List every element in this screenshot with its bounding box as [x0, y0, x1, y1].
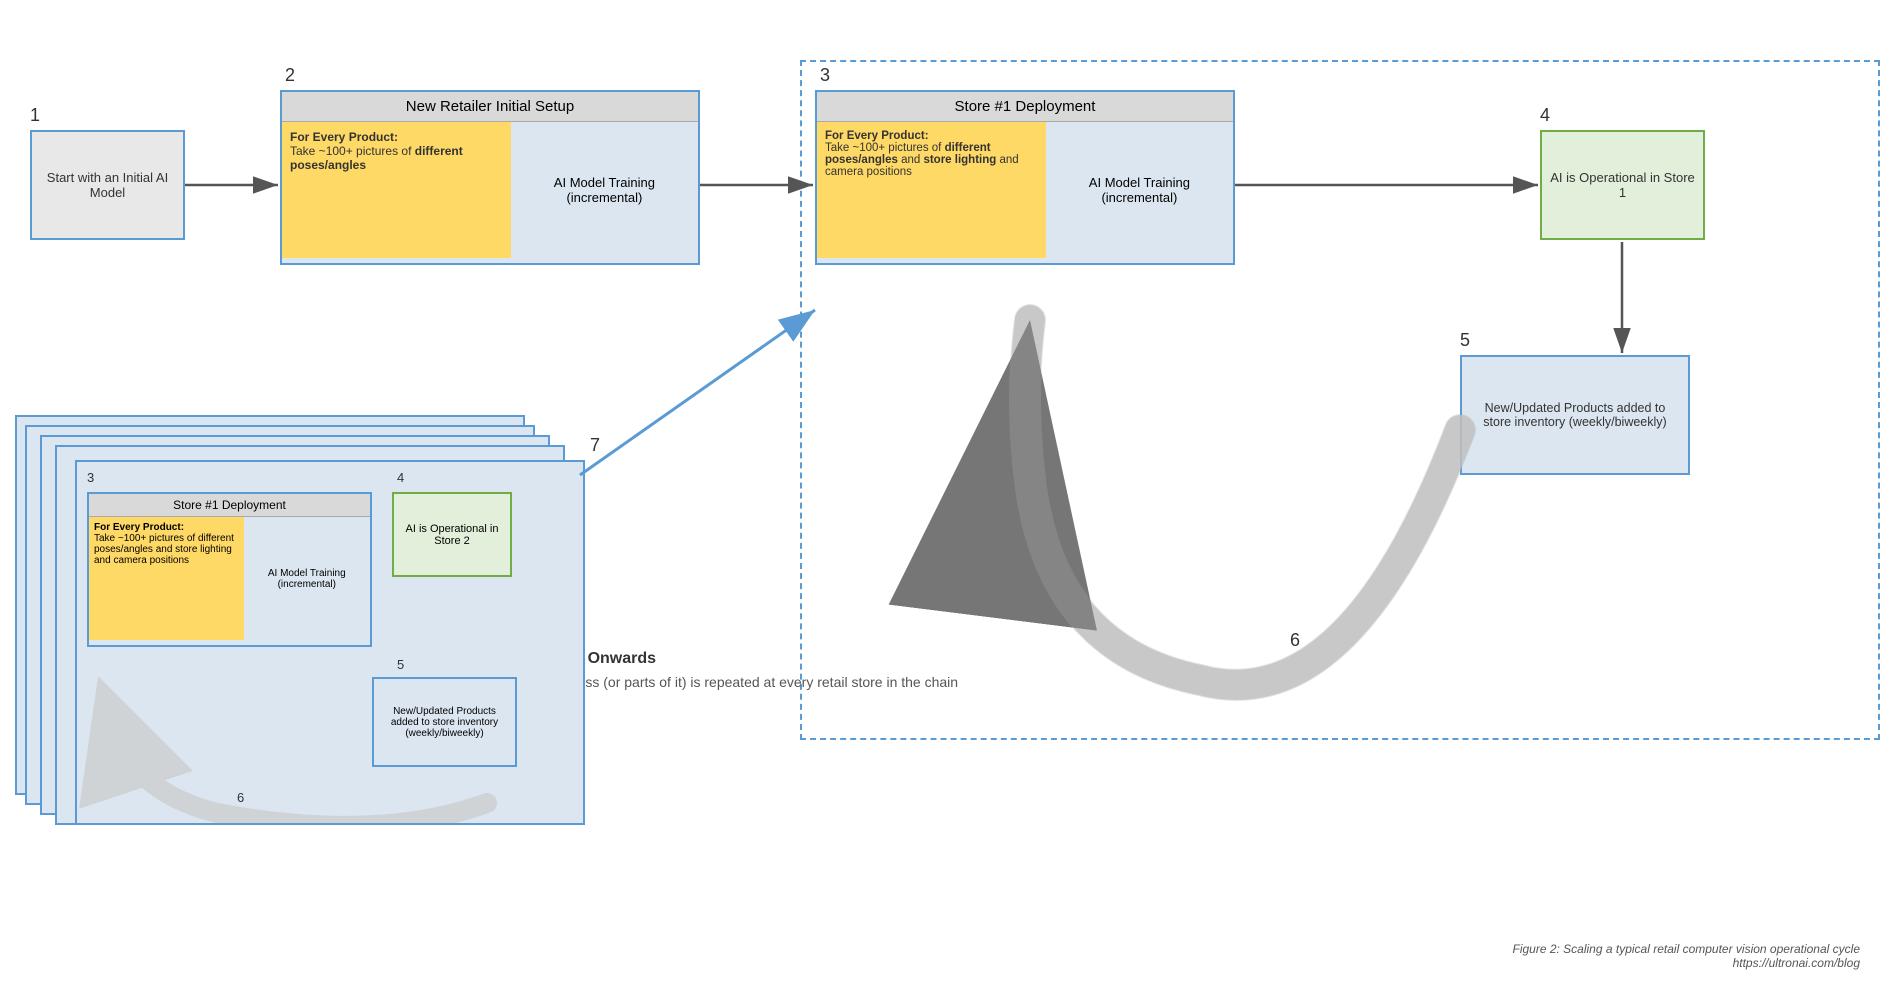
arrow-7 [580, 310, 815, 475]
box5-new-products: New/Updated Products added to store inve… [1460, 355, 1690, 475]
store2-body: This process (or parts of it) is repeate… [520, 674, 958, 690]
step5-number: 5 [1460, 330, 1470, 351]
mini-step4-num: 4 [397, 470, 404, 485]
mini-box4: AI is Operational in Store 2 [392, 492, 512, 577]
box2-left-panel: For Every Product: Take ~100+ pictures o… [282, 122, 511, 258]
mini-store1-title: Store #1 Deployment [89, 494, 370, 517]
box1-start: Start with an Initial AI Model [30, 130, 185, 240]
box4-ai-operational: AI is Operational in Store 1 [1540, 130, 1705, 240]
box3-right-panel: AI Model Training (incremental) [1046, 122, 1233, 258]
mini-box4-text: AI is Operational in Store 2 [399, 523, 505, 547]
mini-store1-left: For Every Product: Take ~100+ pictures o… [89, 517, 244, 640]
figure-caption: Figure 2: Scaling a typical retail compu… [1512, 942, 1860, 970]
step6-number: 6 [1290, 630, 1300, 651]
box2-body: For Every Product: Take ~100+ pictures o… [282, 122, 698, 258]
box3-body: For Every Product: Take ~100+ pictures o… [817, 122, 1233, 258]
figure-caption-line1: Figure 2: Scaling a typical retail compu… [1512, 942, 1860, 956]
box3-left-panel: For Every Product: Take ~100+ pictures o… [817, 122, 1046, 258]
box2-right-panel: AI Model Training (incremental) [511, 122, 698, 258]
mini-step3-num: 3 [87, 470, 94, 485]
box2-new-retailer: New Retailer Initial Setup For Every Pro… [280, 90, 700, 265]
box3-title: Store #1 Deployment [817, 92, 1233, 122]
figure-caption-line2: https://ultronai.com/blog [1512, 956, 1860, 970]
mini-curved-arrow [77, 673, 583, 823]
mini-front-box: 3 Store #1 Deployment For Every Product:… [75, 460, 585, 825]
mini-step5-num: 5 [397, 657, 404, 672]
store2-label: Store #2 Onwards This process (or parts … [520, 650, 958, 690]
step3-number: 3 [820, 65, 830, 86]
step2-number: 2 [285, 65, 295, 86]
store2-title: Store #2 Onwards [520, 650, 958, 668]
step7-number: 7 [590, 435, 600, 456]
box3-left-header: For Every Product: [825, 130, 929, 142]
box2-left-header: For Every Product: [290, 130, 398, 144]
box3-store1-deployment: Store #1 Deployment For Every Product: T… [815, 90, 1235, 265]
step1-number: 1 [30, 105, 40, 126]
mini-store1-right: AI Model Training (incremental) [244, 517, 370, 640]
mini-store1-body: For Every Product: Take ~100+ pictures o… [89, 517, 370, 640]
step4-number: 4 [1540, 105, 1550, 126]
diagram-container: 1 Start with an Initial AI Model 2 New R… [0, 0, 1900, 1000]
box2-title: New Retailer Initial Setup [282, 92, 698, 122]
mini-store1-box: Store #1 Deployment For Every Product: T… [87, 492, 372, 647]
